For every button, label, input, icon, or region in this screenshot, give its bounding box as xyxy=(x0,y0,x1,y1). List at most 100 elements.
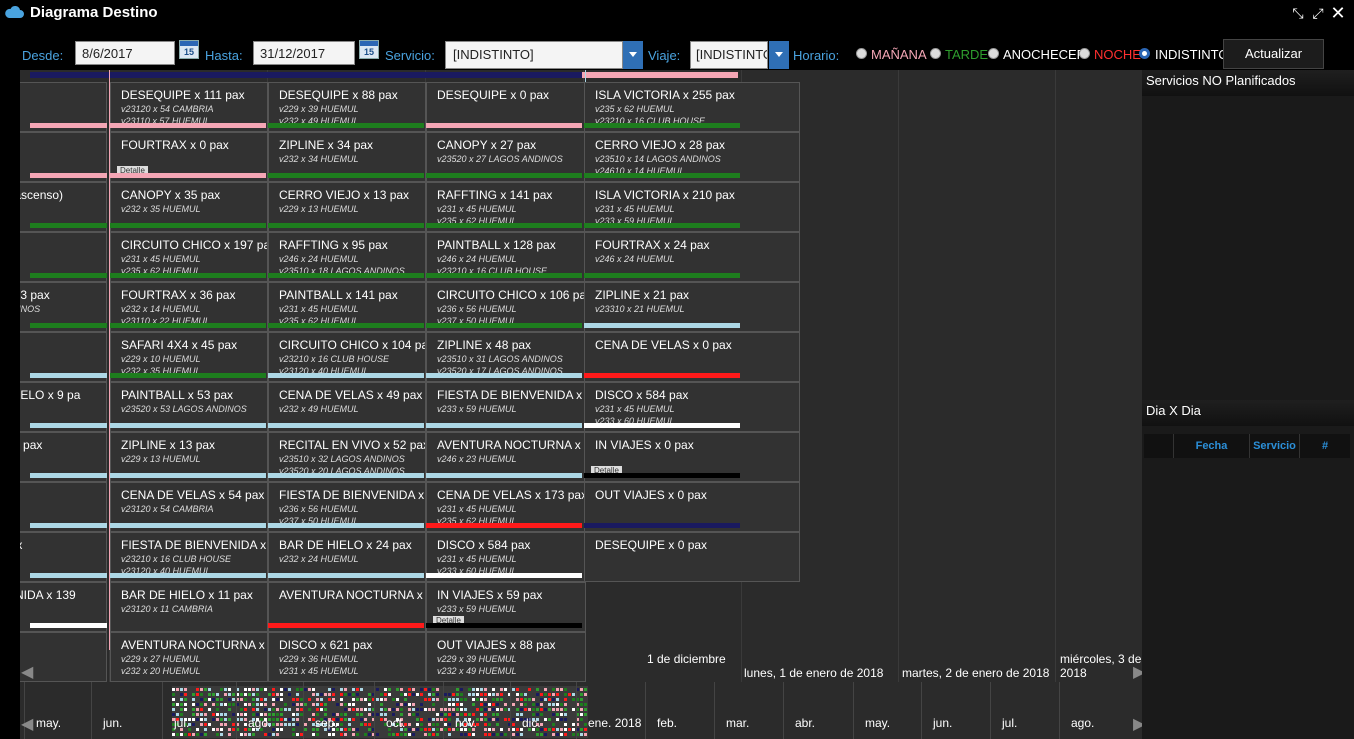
minimap-mark xyxy=(340,723,343,726)
minimap-mark xyxy=(580,733,583,736)
time-slot-bar xyxy=(268,373,424,378)
month-label: ene. 2018 xyxy=(588,716,642,730)
minimap-mark xyxy=(228,718,231,721)
column-header-servicio[interactable]: Servicio xyxy=(1250,434,1300,458)
minimap-mark xyxy=(432,688,435,691)
minimap-mark xyxy=(388,733,391,736)
servicio-select[interactable]: [INDISTINTO] xyxy=(445,41,623,69)
horario-radio[interactable] xyxy=(856,48,867,59)
minimap-mark xyxy=(464,708,467,711)
grid-line xyxy=(1055,70,1056,682)
timeline-left-icon[interactable]: ◀ xyxy=(21,714,33,733)
service-card[interactable]: BAR DE HIELO x 11 pax v23120 x 11 CAMBRIA xyxy=(110,582,268,632)
minimap-mark xyxy=(392,733,395,736)
scroll-right-icon[interactable]: ▶ xyxy=(1133,662,1145,681)
horario-radio[interactable] xyxy=(1139,48,1150,59)
minimap-mark xyxy=(324,703,327,706)
column-header-count[interactable]: # xyxy=(1300,434,1350,458)
minimap-mark xyxy=(180,708,183,711)
minimap-mark xyxy=(308,688,311,691)
minimap-mark xyxy=(356,693,359,696)
actualizar-button[interactable]: Actualizar xyxy=(1223,39,1324,69)
minimap-mark xyxy=(492,733,495,736)
minimap-mark xyxy=(536,708,539,711)
service-detail-line: v229 x 10 HUEMUL xyxy=(121,354,201,364)
minimap-mark xyxy=(296,713,299,716)
expand-icon[interactable]: ⤢ xyxy=(1310,5,1326,21)
minimap-mark xyxy=(360,723,363,726)
minimap-mark xyxy=(296,718,299,721)
minimap-mark xyxy=(548,698,551,701)
day-label: lunes, 1 de enero de 2018 xyxy=(744,666,884,680)
desde-date-input[interactable]: 8/6/2017 xyxy=(75,41,175,65)
minimap-mark xyxy=(488,723,491,726)
minimap-mark xyxy=(444,723,447,726)
minimap-mark xyxy=(432,693,435,696)
service-title: IN VIAJES x 59 pax xyxy=(437,588,543,602)
minimap-mark xyxy=(288,723,291,726)
minimap-mark xyxy=(380,718,383,721)
minimap-mark xyxy=(284,703,287,706)
month-separator xyxy=(783,682,784,739)
service-detail-line: v233 x 59 HUEMUL xyxy=(437,404,517,414)
horario-radio[interactable] xyxy=(930,48,941,59)
chevron-down-icon[interactable] xyxy=(769,41,789,69)
minimap-mark xyxy=(220,698,223,701)
viaje-select[interactable]: [INDISTINTO] xyxy=(690,41,768,69)
minimap-mark xyxy=(436,713,439,716)
minimap-mark xyxy=(316,703,319,706)
close-icon[interactable]: ✕ xyxy=(1330,4,1346,22)
shrink-icon[interactable]: ⤡ xyxy=(1290,5,1306,21)
minimap-mark xyxy=(360,698,363,701)
hasta-date-input[interactable]: 31/12/2017 xyxy=(253,41,355,65)
minimap-mark xyxy=(544,688,547,691)
minimap-mark xyxy=(348,693,351,696)
minimap-mark xyxy=(480,688,483,691)
minimap-mark xyxy=(564,693,567,696)
horario-radio[interactable] xyxy=(1079,48,1090,59)
scroll-left-icon[interactable]: ◀ xyxy=(21,662,33,681)
minimap-mark xyxy=(480,708,483,711)
minimap-mark xyxy=(448,733,451,736)
minimap-mark xyxy=(416,718,419,721)
minimap-mark xyxy=(244,703,247,706)
time-slot-bar xyxy=(110,473,266,478)
service-title: AVENTURA NOCTURNA x 23 xyxy=(437,438,586,452)
minimap-mark xyxy=(348,723,351,726)
minimap-mark xyxy=(516,713,519,716)
minimap-mark xyxy=(292,713,295,716)
minimap-mark xyxy=(484,698,487,701)
column-header-fecha[interactable]: Fecha xyxy=(1174,434,1250,458)
minimap-mark xyxy=(216,698,219,701)
service-card[interactable]: DISCO x 621 pax v229 x 36 HUEMUL v231 x 45… xyxy=(268,632,426,682)
servicio-label: Servicio: xyxy=(385,48,435,63)
chevron-down-icon[interactable] xyxy=(623,41,643,69)
minimap-mark xyxy=(296,693,299,696)
minimap-mark xyxy=(572,723,575,726)
horario-radio[interactable] xyxy=(988,48,999,59)
minimap-mark xyxy=(424,728,427,731)
minimap-mark xyxy=(224,703,227,706)
service-detail-line: v23520 x 27 LAGOS ANDINOS xyxy=(437,154,563,164)
timeline-overview[interactable]: may. jun. jul. ago. sep. oct. nov. dic. ene. 201… xyxy=(20,682,1142,739)
minimap-mark xyxy=(500,688,503,691)
calendar-icon[interactable]: 15 xyxy=(179,40,199,59)
minimap-mark xyxy=(196,688,199,691)
service-card[interactable]: 197 paxULUL xyxy=(20,632,107,682)
minimap-mark xyxy=(516,693,519,696)
minimap-mark xyxy=(496,693,499,696)
minimap-mark xyxy=(344,733,347,736)
minimap-mark xyxy=(312,733,315,736)
minimap-mark xyxy=(416,708,419,711)
calendar-icon[interactable]: 15 xyxy=(359,40,379,59)
service-title: FOURTRAX x 0 pax xyxy=(121,138,229,152)
minimap-mark xyxy=(432,698,435,701)
service-card[interactable]: AVENTURA NOCTURNA x 47 v229 x 27 HUEMUL v2… xyxy=(110,632,268,682)
minimap-mark xyxy=(408,693,411,696)
timeline-right-icon[interactable]: ▶ xyxy=(1133,714,1145,733)
timeline-minimap[interactable] xyxy=(172,686,588,738)
service-card[interactable]: DESEQUIPE x 0 pax xyxy=(584,532,800,582)
minimap-mark xyxy=(176,703,179,706)
service-card[interactable]: OUT VIAJES x 88 pax v229 x 39 HUEMUL v232 … xyxy=(426,632,586,682)
minimap-mark xyxy=(240,733,243,736)
